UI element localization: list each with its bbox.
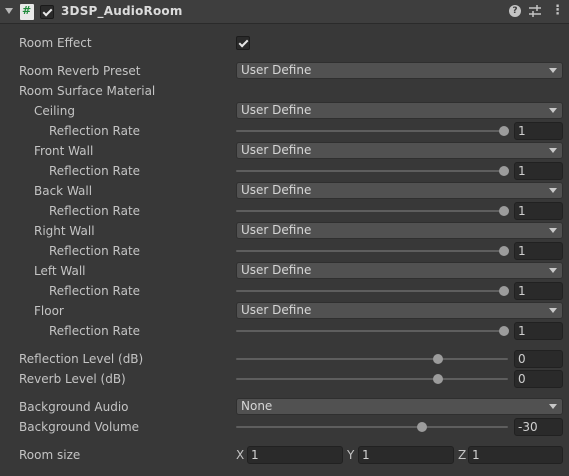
reflection-rate-slider-thumb[interactable] [499,326,509,336]
reflection-rate-slider-track[interactable] [236,330,508,332]
reflection-rate-slider-thumb[interactable] [499,286,509,296]
more-options-icon[interactable]: ⋮ [551,3,564,19]
presets-icon[interactable] [528,4,542,18]
reflection-rate-field[interactable]: 1 [514,282,563,300]
dropdown-arrow-icon [549,68,557,73]
reflection-rate-slider-track[interactable] [236,290,508,292]
surface-material-dropdown[interactable]: User Define [236,182,563,199]
dropdown-arrow-icon [549,108,557,113]
room-size-x-field[interactable]: 1 [247,446,343,464]
dropdown-arrow-icon [549,188,557,193]
surface-material-value: User Define [241,103,312,117]
room-surface-material-label: Room Surface Material [19,84,156,98]
room-reverb-preset-value: User Define [241,63,312,77]
component-title: 3DSP_AudioRoom [61,4,183,18]
reflection-rate-label: Reflection Rate [49,324,141,338]
reflection-rate-slider-thumb[interactable] [499,166,509,176]
surface-label: Ceiling [34,104,75,118]
reflection-rate-slider-thumb[interactable] [499,126,509,136]
component-enabled-checkbox[interactable] [40,5,54,19]
reverb-level-slider-thumb[interactable] [433,374,443,384]
reflection-rate-label: Reflection Rate [49,204,141,218]
reverb-level-field[interactable]: 0 [514,370,563,388]
foldout-arrow-icon[interactable] [5,8,13,14]
reflection-rate-field[interactable]: 1 [514,242,563,260]
reflection-rate-field[interactable]: 1 [514,202,563,220]
reflection-rate-label: Reflection Rate [49,124,141,138]
reflection-level-label: Reflection Level (dB) [19,352,144,366]
background-volume-slider-track[interactable] [236,426,508,428]
dropdown-arrow-icon [549,148,557,153]
dropdown-arrow-icon [549,308,557,313]
room-effect-label: Room Effect [19,36,92,50]
reflection-rate-slider-track[interactable] [236,130,508,132]
script-icon [20,4,34,20]
surface-label: Back Wall [34,184,93,198]
background-audio-value: None [241,399,273,413]
surface-material-dropdown[interactable]: User Define [236,102,563,119]
help-icon[interactable]: ? [509,5,521,17]
surface-label: Left Wall [34,264,86,278]
room-size-x-label: X [236,448,245,462]
reflection-level-field[interactable]: 0 [514,350,563,368]
background-audio-label: Background Audio [19,400,129,414]
reflection-rate-field[interactable]: 1 [514,122,563,140]
reflection-rate-label: Reflection Rate [49,164,141,178]
dropdown-arrow-icon [549,228,557,233]
reflection-rate-label: Reflection Rate [49,284,141,298]
room-reverb-preset-label: Room Reverb Preset [19,64,141,78]
background-volume-slider-thumb[interactable] [417,422,427,432]
room-size-y-label: Y [347,448,355,462]
reflection-rate-slider-thumb[interactable] [499,246,509,256]
room-size-z-label: Z [458,448,467,462]
background-volume-field[interactable]: -30 [514,418,563,436]
dropdown-arrow-icon [549,268,557,273]
room-size-label: Room size [19,448,81,462]
surface-material-dropdown[interactable]: User Define [236,142,563,159]
reflection-rate-slider-track[interactable] [236,210,508,212]
background-audio-dropdown[interactable]: None [236,398,563,415]
reverb-level-label: Reverb Level (dB) [19,372,126,386]
surface-material-dropdown[interactable]: User Define [236,302,563,319]
surface-material-value: User Define [241,263,312,277]
reflection-level-slider-track[interactable] [236,358,508,360]
background-volume-label: Background Volume [19,420,140,434]
checkmark-icon [238,37,249,48]
room-reverb-preset-dropdown[interactable]: User Define [236,62,563,79]
surface-label: Floor [34,304,64,318]
reflection-level-slider-thumb[interactable] [433,354,443,364]
surface-material-value: User Define [241,183,312,197]
surface-material-value: User Define [241,143,312,157]
surface-material-value: User Define [241,223,312,237]
reflection-rate-slider-track[interactable] [236,170,508,172]
reflection-rate-label: Reflection Rate [49,244,141,258]
reflection-rate-slider-thumb[interactable] [499,206,509,216]
surface-material-dropdown[interactable]: User Define [236,222,563,239]
component-header: 3DSP_AudioRoom ? ⋮ [0,0,569,24]
surface-material-dropdown[interactable]: User Define [236,262,563,279]
surface-label: Front Wall [34,144,94,158]
reflection-rate-slider-track[interactable] [236,250,508,252]
room-effect-checkbox[interactable] [236,36,250,50]
reflection-rate-field[interactable]: 1 [514,322,563,340]
room-size-y-field[interactable]: 1 [358,446,454,464]
checkmark-icon [42,6,53,17]
surface-label: Right Wall [34,224,95,238]
surface-material-value: User Define [241,303,312,317]
dropdown-arrow-icon [549,404,557,409]
room-size-z-field[interactable]: 1 [468,446,563,464]
reverb-level-slider-track[interactable] [236,378,508,380]
reflection-rate-field[interactable]: 1 [514,162,563,180]
